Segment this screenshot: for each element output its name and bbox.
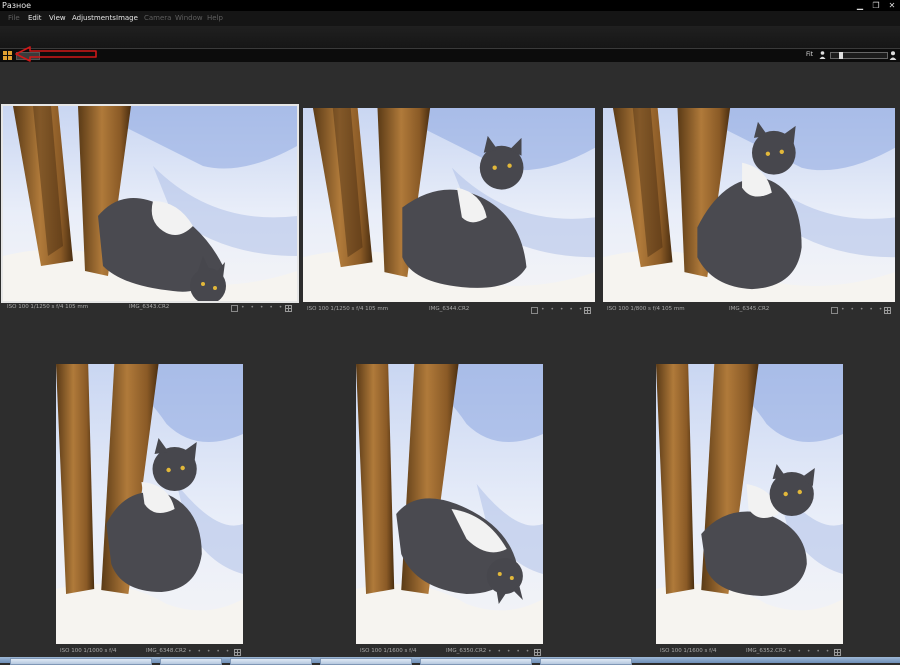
menu-file[interactable]: File [8,11,20,26]
thumbnail-info-bar: ISO 100 1/1600 s f/4 IMG_6350.CR2 • • • … [356,646,544,657]
thumbnail-cell[interactable]: ISO 100 1/1600 s f/4 IMG_6352.CR2 • • • … [656,364,844,660]
thumbnail-cell[interactable]: ISO 100 1/1250 s f/4 105 mm IMG_6344.CR2… [303,108,595,318]
annotation-arrow-icon [15,46,97,62]
file-name: IMG_6348.CR2 [146,648,187,654]
thumbnail-info-bar: ISO 100 1/1250 s f/4 105 mm IMG_6343.CR2… [3,302,297,313]
close-icon[interactable]: ✕ [886,1,898,10]
taskbar [0,657,900,665]
taskbar-button[interactable] [160,658,222,665]
taskbar-button[interactable] [230,658,312,665]
window-controls: ▁ ❐ ✕ [854,0,898,11]
photo-thumbnail[interactable] [56,364,243,644]
file-name: IMG_6352.CR2 [746,648,787,654]
restore-icon[interactable]: ❐ [870,1,882,10]
menu-camera[interactable]: Camera [144,11,171,26]
exif-meta: ISO 100 1/1000 s f/4 [60,648,117,654]
menu-bar: File Edit View Adjustments Image Camera … [0,11,900,26]
thumbnail-info-bar: ISO 100 1/1600 s f/4 IMG_6352.CR2 • • • … [656,646,844,657]
exif-meta: ISO 100 1/1250 s f/4 105 mm [307,306,389,312]
title-bar: Разное ▁ ❐ ✕ [0,0,900,11]
thumbnail-cell[interactable]: ISO 100 1/1000 s f/4 IMG_6348.CR2 • • • … [56,364,244,660]
thumbnail-menu-icon[interactable] [884,307,891,314]
taskbar-button[interactable] [10,658,152,665]
thumbnail-info-bar: ISO 100 1/1250 s f/4 105 mm IMG_6344.CR2… [303,304,595,315]
thumbnail-cell[interactable]: ISO 100 1/1600 s f/4 IMG_6350.CR2 • • • … [356,364,544,660]
photo-image [656,364,843,644]
thumbnail-info-bar: ISO 100 1/1000 s f/4 IMG_6348.CR2 • • • … [56,646,244,657]
zoom-slider-knob[interactable] [839,52,843,59]
taskbar-button[interactable] [320,658,412,665]
taskbar-button[interactable] [540,658,632,665]
menu-edit[interactable]: Edit [28,11,42,26]
thumbnail-cell[interactable]: ISO 100 1/800 s f/4 105 mm IMG_6345.CR2 … [603,108,895,318]
view-bar: Fit [0,48,900,63]
photo-image [356,364,543,644]
exif-meta: ISO 100 1/800 s f/4 105 mm [607,306,685,312]
file-name: IMG_6344.CR2 [429,306,470,312]
rating-stars[interactable]: • • • • • [488,646,531,657]
photo-thumbnail[interactable] [656,364,843,644]
rating-stars[interactable]: • • • • • [541,304,584,315]
thumbnail-grid: ISO 100 1/1250 s f/4 105 mm IMG_6343.CR2… [0,62,900,657]
photo-image [3,106,297,301]
flag-icon[interactable] [831,307,838,314]
thumbnail-menu-icon[interactable] [285,305,292,312]
thumbnail-menu-icon[interactable] [584,307,591,314]
photo-image [56,364,243,644]
file-name: IMG_6345.CR2 [729,306,770,312]
exif-meta: ISO 100 1/1600 s f/4 [660,648,717,654]
menu-window[interactable]: Window [175,11,203,26]
thumbnail-cell[interactable]: ISO 100 1/1250 s f/4 105 mm IMG_6343.CR2… [1,104,299,316]
file-name: IMG_6343.CR2 [129,304,170,310]
grid-view-icon[interactable] [3,51,12,60]
thumbnail-menu-icon[interactable] [534,649,541,656]
menu-image[interactable]: Image [116,11,138,26]
zoom-slider[interactable] [830,52,888,59]
fit-button[interactable]: Fit [806,50,813,60]
menu-help[interactable]: Help [207,11,223,26]
rating-stars[interactable]: • • • • • [241,302,284,313]
person-small-icon[interactable] [819,51,826,59]
photo-image [603,108,895,302]
toolbar-area [0,26,900,48]
photo-thumbnail[interactable] [1,104,299,303]
photo-image [303,108,595,302]
photo-thumbnail[interactable] [303,108,595,302]
thumbnail-menu-icon[interactable] [234,649,241,656]
flag-icon[interactable] [531,307,538,314]
thumbnail-menu-icon[interactable] [834,649,841,656]
rating-stars[interactable]: • • • • • [788,646,831,657]
file-name: IMG_6350.CR2 [446,648,487,654]
photo-thumbnail[interactable] [356,364,543,644]
exif-meta: ISO 100 1/1600 s f/4 [360,648,417,654]
flag-icon[interactable] [231,305,238,312]
thumbnail-info-bar: ISO 100 1/800 s f/4 105 mm IMG_6345.CR2 … [603,304,895,315]
rating-stars[interactable]: • • • • • [188,646,231,657]
menu-view[interactable]: View [49,11,66,26]
photo-thumbnail[interactable] [603,108,895,302]
menu-adjustments[interactable]: Adjustments [72,11,116,26]
taskbar-button[interactable] [420,658,532,665]
window-title: Разное [2,1,32,10]
exif-meta: ISO 100 1/1250 s f/4 105 mm [7,304,89,310]
rating-stars[interactable]: • • • • • [841,304,884,315]
minimize-icon[interactable]: ▁ [854,1,866,10]
person-large-icon[interactable] [889,51,897,60]
